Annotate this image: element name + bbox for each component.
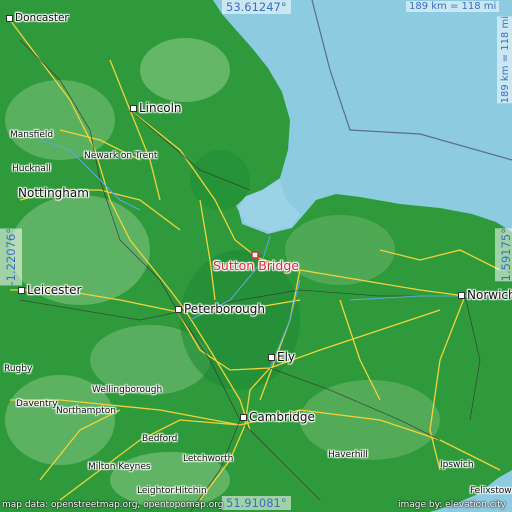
place-lincoln: Lincoln — [130, 101, 182, 115]
place-doncaster: Doncaster — [6, 12, 69, 24]
place-cambridge: Cambridge — [240, 410, 315, 424]
coord-west: -1.22076° — [0, 228, 22, 286]
scale-label-vertical: 189 km = 118 mi — [497, 16, 512, 104]
place-haverhill: Haverhill — [328, 450, 368, 460]
place-milton-keynes: Milton Keynes — [88, 462, 151, 472]
place-northampton: Northampton — [56, 406, 116, 416]
place-hucknall: Hucknall — [12, 164, 51, 174]
place-newark: Newark on Trent — [84, 151, 158, 161]
coord-north: 53.61247° — [222, 0, 291, 14]
place-mansfield: Mansfield — [10, 130, 54, 140]
place-letchworth: Letchworth — [183, 454, 234, 464]
place-daventry: Daventry — [16, 399, 58, 409]
place-rugby: Rugby — [4, 364, 33, 374]
place-leicester: Leicester — [18, 283, 81, 297]
place-ipswich: Ipswich — [440, 460, 474, 470]
terrain-layer — [0, 0, 512, 512]
place-bedford: Bedford — [142, 434, 178, 444]
place-nottingham: Nottingham — [18, 186, 89, 200]
place-ely: Ely — [268, 350, 295, 364]
attribution-left: map data: openstreetmap.org, opentopomap… — [2, 500, 224, 510]
place-leighton: Leighton — [137, 486, 177, 496]
place-hitchin: Hitchin — [175, 486, 207, 496]
target-place-label: Sutton Bridge — [213, 258, 299, 273]
place-wellingborough: Wellingborough — [92, 385, 163, 395]
place-norwich: Norwich — [458, 288, 512, 302]
coord-south: 51.91081° — [222, 496, 291, 510]
scale-label-horizontal: 189 km = 118 mi — [406, 1, 500, 12]
coord-east: 1.59175° — [495, 228, 512, 282]
place-peterborough: Peterborough — [175, 302, 265, 316]
place-felixstowe: Felixstowe — [470, 486, 512, 496]
attribution-right: image by: elevation.city — [398, 500, 506, 510]
map-view[interactable]: Doncaster Lincoln Mansfield Hucknall New… — [0, 0, 512, 512]
